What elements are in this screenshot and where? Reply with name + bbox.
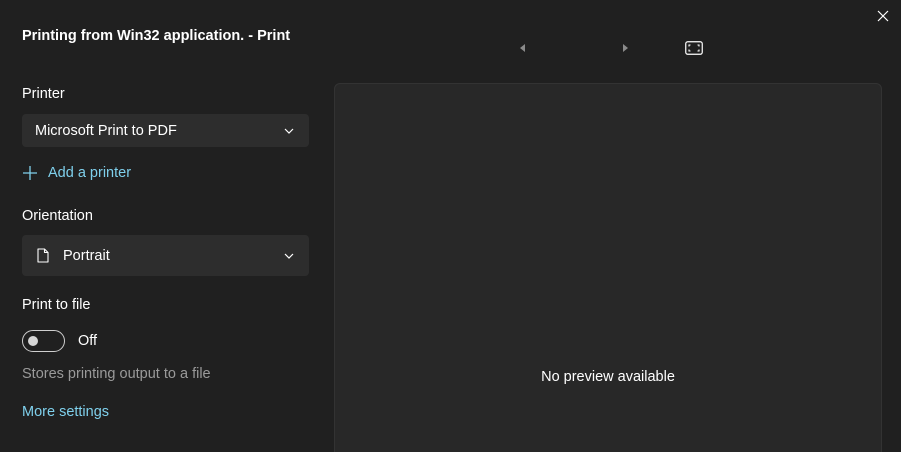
printer-label: Printer xyxy=(22,86,65,102)
close-icon xyxy=(877,10,889,22)
next-page-button[interactable] xyxy=(616,38,636,58)
previous-page-button[interactable] xyxy=(512,38,532,58)
print-dialog: Printing from Win32 application. - Print… xyxy=(0,0,901,452)
orientation-label: Orientation xyxy=(22,208,93,224)
close-button[interactable] xyxy=(868,2,898,30)
chevron-down-icon xyxy=(284,253,294,259)
printer-dropdown[interactable]: Microsoft Print to PDF xyxy=(22,114,309,147)
fit-to-window-icon xyxy=(685,41,703,55)
toggle-state-label: Off xyxy=(78,333,98,349)
dialog-title: Printing from Win32 application. - Print xyxy=(22,28,291,44)
print-to-file-label: Print to file xyxy=(22,297,91,313)
page-icon xyxy=(37,248,49,263)
triangle-left-icon xyxy=(520,44,525,52)
plus-icon xyxy=(23,166,37,180)
triangle-right-icon xyxy=(623,44,628,52)
chevron-down-icon xyxy=(284,128,294,134)
add-printer-link[interactable]: Add a printer xyxy=(22,162,131,184)
toggle-knob xyxy=(28,336,38,346)
print-to-file-helper: Stores printing output to a file xyxy=(22,366,211,382)
more-settings-link[interactable]: More settings xyxy=(22,404,109,420)
preview-message: No preview available xyxy=(541,369,675,385)
fit-to-window-button[interactable] xyxy=(684,38,704,58)
print-to-file-toggle[interactable] xyxy=(22,330,65,352)
orientation-dropdown-value: Portrait xyxy=(63,247,110,264)
orientation-dropdown[interactable]: Portrait xyxy=(22,235,309,276)
add-printer-label: Add a printer xyxy=(48,165,132,181)
printer-dropdown-value: Microsoft Print to PDF xyxy=(35,122,177,139)
preview-pane: No preview available xyxy=(334,83,882,452)
